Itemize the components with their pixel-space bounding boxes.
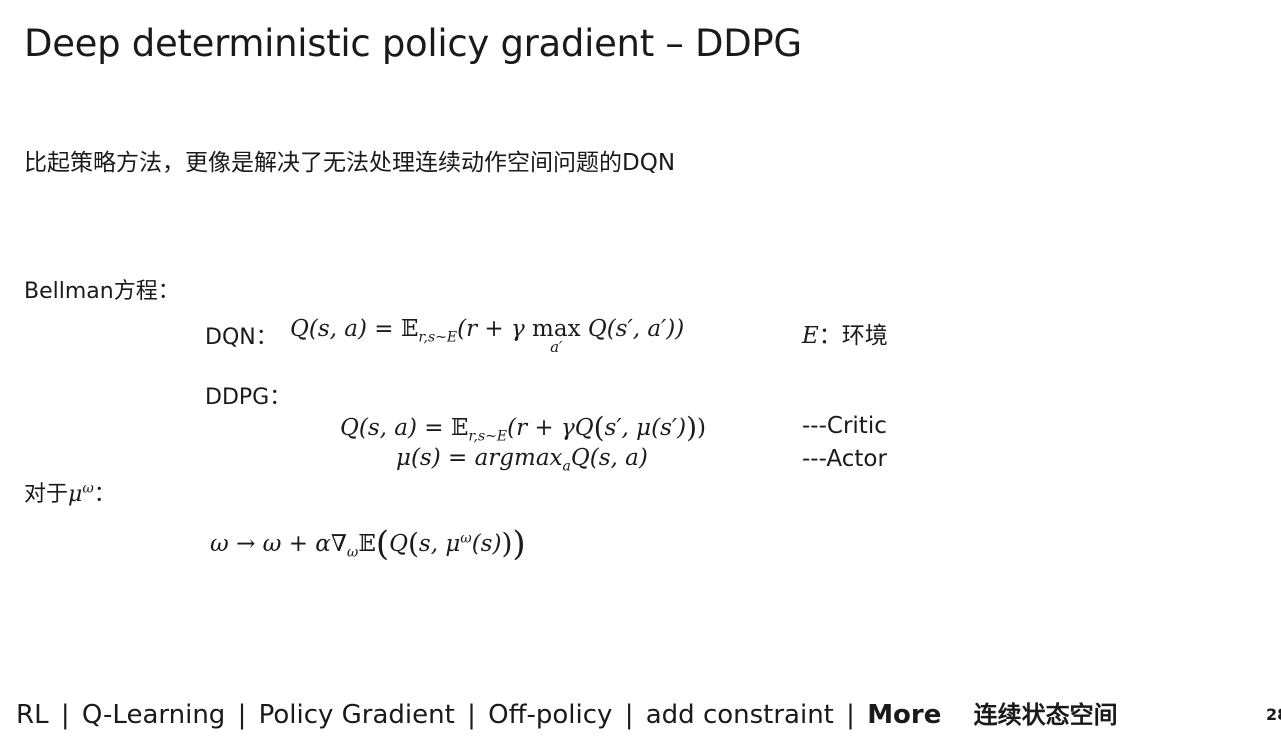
actor-sub: a	[562, 458, 571, 475]
dqn-max-sub: a′	[550, 338, 563, 356]
for-colon: ：	[93, 482, 116, 507]
actor-rhs: Q(s, a)	[570, 445, 648, 471]
slide-title: Deep deterministic policy gradient – DDP…	[24, 22, 802, 65]
critic-tag: ---Critic	[802, 413, 887, 439]
actor-eq: μ(s) = argmax	[396, 445, 563, 471]
for-sup: ω	[82, 480, 94, 497]
actor-tag: ---Actor	[802, 446, 887, 472]
slide-subtitle: 比起策略方法，更像是解决了无法处理连续动作空间问题的DQN	[24, 150, 676, 176]
dqn-lhs: Q(s, a) =	[290, 316, 401, 342]
critic-rhs-b: s′, μ(s′)	[604, 415, 687, 441]
update-q: Q	[389, 531, 408, 557]
footer-item-more[interactable]: More	[867, 700, 941, 730]
for-mu: μ	[68, 482, 83, 507]
footer-section: 连续状态空间	[973, 701, 1118, 729]
dqn-rhs: Q(s′, a′))	[580, 316, 685, 342]
page-number: 28	[1266, 705, 1281, 724]
update-sup: ω	[460, 530, 472, 547]
env-note: E：环境	[802, 316, 888, 350]
for-label: 对于	[24, 482, 69, 507]
for-mu-label: 对于μω：	[24, 476, 116, 508]
footer-separator: |	[846, 700, 855, 730]
footer-nav: RL | Q-Learning | Policy Gradient | Off-…	[16, 695, 1118, 730]
dqn-mid: (r + γ	[457, 316, 533, 342]
critic-expectation: 𝔼	[450, 415, 469, 441]
env-symbol: E	[802, 323, 819, 349]
bellman-label: Bellman方程：	[24, 279, 180, 304]
critic-expectation-sub: r,s~E	[468, 428, 508, 445]
dqn-expectation: 𝔼	[400, 316, 419, 342]
env-label: ：环境	[818, 323, 888, 349]
dqn-equation: Q(s, a) = 𝔼r,s~E(r + γ max a′ Q(s′, a′))	[290, 316, 685, 356]
footer-item-off-policy[interactable]: Off-policy	[488, 700, 612, 730]
footer-separator: |	[624, 700, 634, 730]
footer-item-q-learning[interactable]: Q-Learning	[82, 700, 225, 730]
update-tail: (s)	[471, 531, 502, 557]
update-equation: ω → ω + α∇ω𝔼(Q(s, μω(s)))	[210, 524, 526, 564]
critic-close: )	[697, 415, 707, 441]
actor-equation: μ(s) = argmaxaQ(s, a)	[396, 445, 648, 475]
update-sub: ω	[346, 544, 359, 561]
footer-item-add-constraint[interactable]: add constraint	[646, 700, 834, 730]
dqn-expectation-sub: r,s~E	[418, 329, 458, 346]
footer-separator: |	[60, 700, 70, 730]
critic-lhs: Q(s, a) =	[340, 415, 451, 441]
footer-item-rl[interactable]: RL	[16, 700, 49, 730]
dqn-max: max a′	[532, 316, 581, 356]
update-a: ω → ω + α∇	[210, 531, 347, 557]
critic-equation: Q(s, a) = 𝔼r,s~E(r + γQ(s′, μ(s′)))	[340, 411, 707, 445]
dqn-label: DQN：	[205, 325, 278, 350]
update-expectation: 𝔼	[358, 531, 376, 557]
footer-separator: |	[237, 700, 247, 730]
update-inner: s, μ	[418, 531, 461, 557]
critic-rhs-a: (r + γQ	[507, 415, 594, 441]
slide: Deep deterministic policy gradient – DDP…	[0, 0, 1281, 742]
footer-separator: |	[467, 700, 476, 730]
ddpg-label: DDPG：	[205, 385, 292, 410]
footer-item-policy-gradient[interactable]: Policy Gradient	[259, 700, 455, 730]
